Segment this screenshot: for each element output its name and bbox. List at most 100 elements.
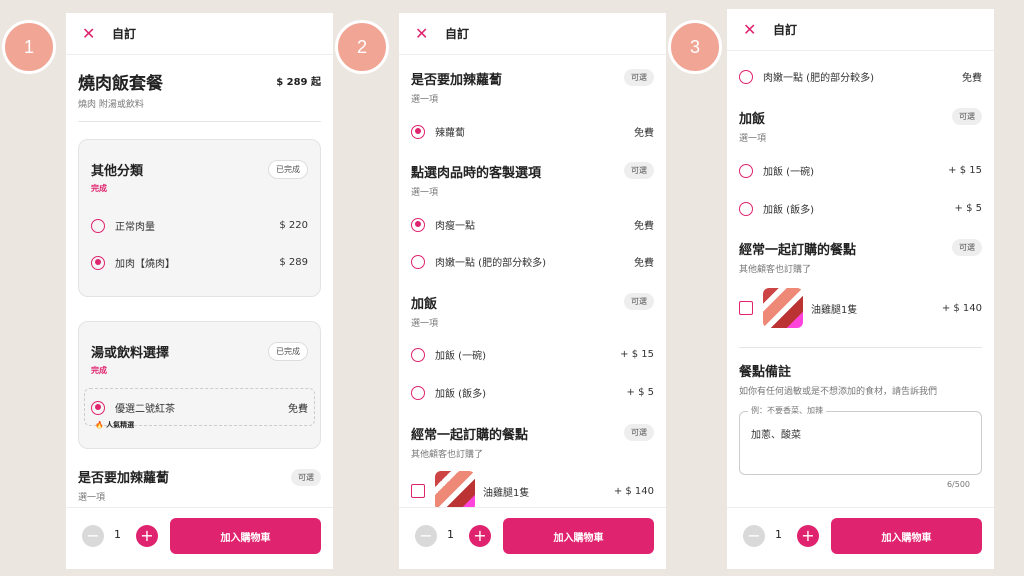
option-price: 免費 — [962, 73, 982, 84]
minus-button[interactable]: − — [743, 525, 765, 547]
option-price: 免費 — [288, 404, 308, 415]
radio-selected-icon[interactable] — [91, 255, 105, 270]
option-red-tea[interactable]: 優選二號紅茶 免費 — [91, 400, 308, 415]
radio-icon[interactable] — [91, 218, 105, 233]
status-pill: 已完成 — [268, 342, 308, 361]
addon-chicken-leg[interactable]: 油雞腿1隻 + $ 140 — [411, 471, 654, 511]
optional-pill: 可選 — [624, 293, 654, 310]
group-drink: 湯或飲料選擇 完成 已完成 優選二號紅茶 免費 🔥 人氣精選 — [78, 321, 321, 449]
option-label: 肉嫩一點 (肥的部分較多) — [763, 73, 874, 84]
optional-pill: 可選 — [952, 108, 982, 125]
header-title: 自訂 — [773, 23, 798, 37]
checkbox[interactable] — [739, 301, 753, 315]
radio-selected-icon[interactable] — [411, 217, 425, 232]
option-normal[interactable]: 正常肉量 $ 220 — [91, 218, 308, 233]
addon-label: 油雞腿1隻 — [483, 487, 530, 499]
option-rice-more[interactable]: 加飯 (飯多) + $ 5 — [739, 201, 982, 216]
option-label: 加飯 (一碗) — [435, 351, 486, 362]
option-price: 免費 — [634, 128, 654, 139]
radio-icon[interactable] — [739, 163, 753, 178]
section-title: 是否要加辣蘿蔔 — [78, 471, 170, 486]
section-sub: 選一項 — [411, 95, 439, 105]
option-price: + $ 15 — [948, 165, 982, 176]
section-rice: 加飯 選一項 — [739, 108, 982, 144]
option-rice-bowl[interactable]: 加飯 (一碗) + $ 15 — [411, 347, 654, 362]
option-rice-bowl[interactable]: 加飯 (一碗) + $ 15 — [739, 163, 982, 178]
close-icon[interactable]: ✕ — [82, 24, 112, 43]
section-title: 點選肉品時的客製選項 — [411, 166, 542, 181]
section-sub: 其他顧客也訂購了 — [739, 265, 812, 275]
addon-price: + $ 140 — [613, 485, 654, 497]
header-title: 自訂 — [112, 27, 137, 41]
add-to-cart-button[interactable]: 加入購物車 — [831, 518, 982, 554]
section-sub: 選一項 — [411, 319, 439, 329]
screen-2: ✕ 自訂 是否要加辣蘿蔔 選一項 可選 辣蘿蔔 免費 點選肉品時的客製選項 選一… — [399, 13, 666, 569]
radio-icon[interactable] — [739, 201, 753, 216]
option-rice-more[interactable]: 加飯 (飯多) + $ 5 — [411, 385, 654, 400]
quantity: 1 — [447, 528, 454, 541]
quantity: 1 — [114, 528, 121, 541]
radio-icon[interactable] — [411, 347, 425, 362]
step-badge-2: 2 — [335, 20, 389, 74]
add-to-cart-button[interactable]: 加入購物車 — [170, 518, 321, 554]
addon-chicken-leg[interactable]: 油雞腿1隻 + $ 140 — [739, 288, 982, 328]
option-lean[interactable]: 肉瘦一點 免費 — [411, 217, 654, 232]
option-label: 辣蘿蔔 — [435, 128, 465, 139]
option-label: 加飯 (一碗) — [763, 167, 814, 178]
section-radish: 是否要加辣蘿蔔 選一項 — [411, 69, 654, 105]
optional-pill: 可選 — [624, 162, 654, 179]
radio-icon[interactable] — [739, 69, 753, 84]
addon-price: + $ 140 — [941, 302, 982, 314]
plus-button[interactable]: + — [469, 525, 491, 547]
option-price: + $ 5 — [626, 387, 654, 398]
optional-pill: 可選 — [291, 469, 321, 486]
section-frequent: 經常一起訂購的餐點 其他顧客也訂購了 — [739, 239, 982, 275]
section-sub: 如你有任何過敏或是不想添加的食材，請告訴我們 — [739, 387, 938, 397]
screen-3: ✕ 自訂 肉嫩一點 (肥的部分較多) 免費 加飯 選一項 可選 加飯 (一碗) … — [727, 9, 994, 569]
radio-icon[interactable] — [411, 254, 425, 269]
section-sub: 選一項 — [411, 188, 439, 198]
section-sub: 選一項 — [739, 134, 767, 144]
fire-icon: 🔥 — [95, 421, 104, 429]
option-label: 正常肉量 — [115, 222, 155, 233]
option-price: $ 289 — [279, 257, 308, 268]
radio-selected-icon[interactable] — [91, 400, 105, 415]
option-label: 加肉【燒肉】 — [115, 259, 175, 270]
group-status: 完成 — [91, 366, 107, 375]
section-title: 加飯 — [739, 112, 766, 127]
footer: − 1 + 加入購物車 — [727, 507, 994, 569]
product-title: 燒肉飯套餐 — [78, 74, 163, 94]
radio-icon[interactable] — [411, 385, 425, 400]
option-tender[interactable]: 肉嫩一點 (肥的部分較多) 免費 — [739, 69, 982, 84]
radio-selected-icon[interactable] — [411, 124, 425, 139]
food-image — [763, 288, 803, 328]
optional-pill: 可選 — [624, 69, 654, 86]
minus-button[interactable]: − — [415, 525, 437, 547]
option-tender[interactable]: 肉嫩一點 (肥的部分較多) 免費 — [411, 254, 654, 269]
add-to-cart-button[interactable]: 加入購物車 — [503, 518, 654, 554]
option-extra-meat[interactable]: 加肉【燒肉】 $ 289 — [91, 255, 308, 270]
section-title: 餐點備註 — [739, 365, 792, 380]
screen-1: ✕ 自訂 燒肉飯套餐 $ 289 起 燒肉 附湯或飲料 其他分類 完成 已完成 … — [66, 13, 333, 569]
note-textarea[interactable]: 例：不要香菜、加辣 加蔥、酸菜 — [739, 405, 982, 475]
section-meat: 點選肉品時的客製選項 選一項 — [411, 162, 654, 198]
close-icon[interactable]: ✕ — [743, 20, 773, 39]
checkbox[interactable] — [411, 484, 425, 498]
product-desc: 燒肉 附湯或飲料 — [78, 100, 144, 110]
option-price: 免費 — [634, 221, 654, 232]
option-price: $ 220 — [279, 220, 308, 231]
section-frequent: 經常一起訂購的餐點 其他顧客也訂購了 — [411, 424, 654, 460]
footer: − 1 + 加入購物車 — [66, 507, 333, 569]
option-label: 肉瘦一點 — [435, 221, 475, 232]
plus-button[interactable]: + — [797, 525, 819, 547]
footer: − 1 + 加入購物車 — [399, 507, 666, 569]
option-price: + $ 15 — [620, 349, 654, 360]
close-icon[interactable]: ✕ — [415, 24, 445, 43]
minus-button[interactable]: − — [82, 525, 104, 547]
food-image — [435, 471, 475, 511]
plus-button[interactable]: + — [136, 525, 158, 547]
addon-label: 油雞腿1隻 — [811, 304, 858, 316]
option-radish[interactable]: 辣蘿蔔 免費 — [411, 124, 654, 139]
section-title: 是否要加辣蘿蔔 — [411, 73, 503, 88]
step-badge-3: 3 — [668, 20, 722, 74]
